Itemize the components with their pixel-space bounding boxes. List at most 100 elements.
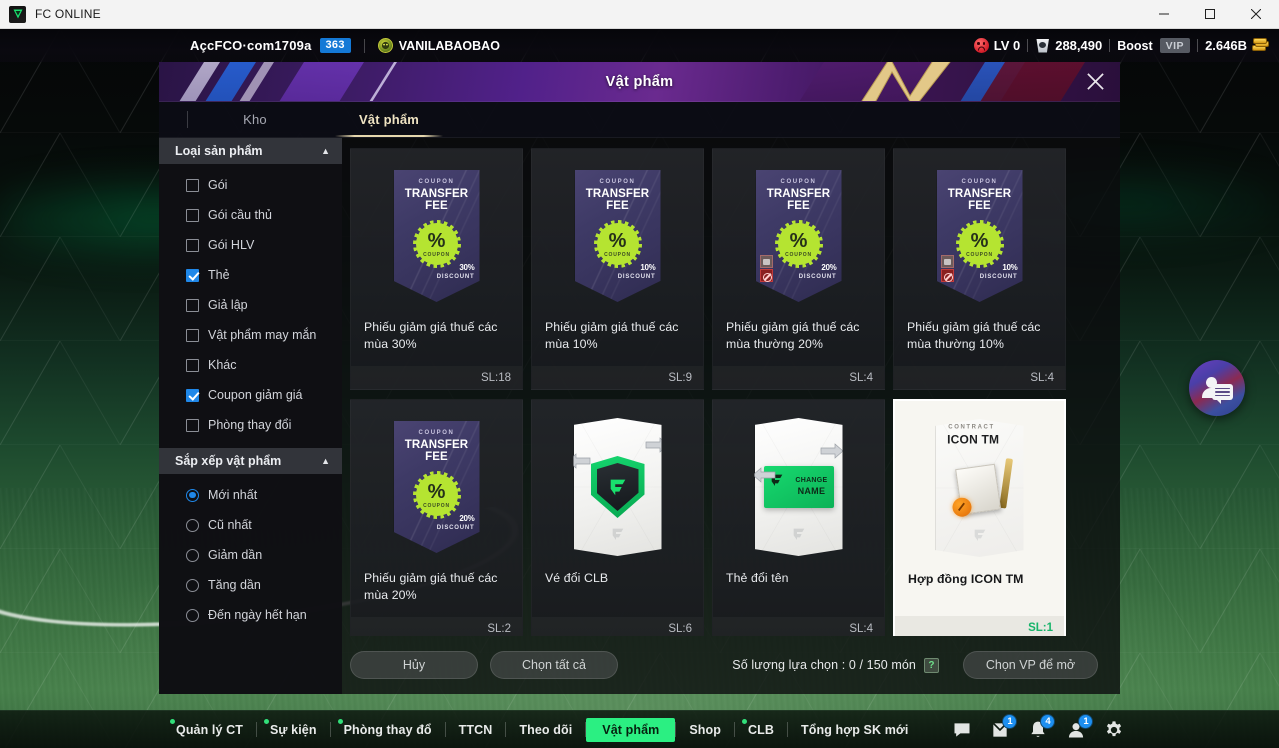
filter-item-goi-cau-thu[interactable]: Gói cầu thủ bbox=[159, 200, 342, 230]
radio-icon[interactable] bbox=[186, 608, 199, 622]
sort-item-cu-nhat[interactable]: Cũ nhất bbox=[159, 510, 342, 540]
help-icon[interactable]: ? bbox=[924, 657, 939, 673]
nav-vat-pham[interactable]: Vật phẩm bbox=[586, 717, 676, 742]
coin-icon bbox=[1252, 37, 1269, 53]
minimize-button[interactable] bbox=[1141, 0, 1187, 29]
nav-clb[interactable]: CLB bbox=[735, 718, 787, 742]
friends-icon[interactable]: 1 bbox=[1065, 713, 1094, 741]
section-title: Loại sản phẩm bbox=[175, 144, 263, 158]
nav-label: Theo dõi bbox=[519, 722, 573, 737]
discount-value: 20% bbox=[437, 509, 475, 525]
item-artwork: CHANGE NAME bbox=[713, 400, 884, 570]
item-card[interactable]: Vé đổi CLB SL:6 bbox=[531, 399, 704, 636]
coupon-subtitle: COUPON bbox=[599, 179, 636, 185]
section-header-sort[interactable]: Sắp xếp vật phẩm ▲ bbox=[159, 448, 342, 474]
item-card-selected[interactable]: CONTRACT ICON TM Hợp đồng ICON TM SL:1 bbox=[893, 399, 1066, 636]
tab-vat-pham[interactable]: Vật phẩm bbox=[322, 102, 456, 137]
discount-unit: % bbox=[467, 514, 475, 523]
nav-phong-thay-do[interactable]: Phòng thay đổ bbox=[331, 718, 445, 742]
discount-unit: % bbox=[829, 263, 837, 272]
checkbox-icon[interactable] bbox=[186, 238, 199, 252]
hud-left-group: AçcFCO·com1709a 363 VANILABAOBAO bbox=[190, 38, 500, 53]
item-card[interactable]: COUPON TRANSFER FEE % COUPON 20% DISCOUN… bbox=[350, 399, 523, 636]
nav-shop[interactable]: Shop bbox=[676, 718, 734, 742]
action-bar: Hủy Chọn tất cả Số lượng lựa chọn : 0 / … bbox=[342, 636, 1120, 694]
coupon-pack-icon: COUPON TRANSFER FEE % COUPON 20% DISCOUN… bbox=[393, 421, 480, 553]
section-header-product-type[interactable]: Loại sản phẩm ▲ bbox=[159, 138, 342, 164]
hud-username: AçcFCO·com1709a bbox=[190, 38, 312, 53]
sort-item-giam-dan[interactable]: Giảm dần bbox=[159, 540, 342, 570]
radio-icon[interactable] bbox=[186, 488, 199, 502]
filter-label: Phòng thay đổi bbox=[208, 418, 292, 432]
tab-kho[interactable]: Kho bbox=[188, 102, 322, 137]
bell-badge: 4 bbox=[1040, 713, 1056, 729]
item-grid-scroll[interactable]: COUPON TRANSFER FEE % COUPON 30% DISCOUN… bbox=[342, 138, 1120, 636]
mail-icon[interactable]: 1 bbox=[989, 713, 1018, 741]
seal-label: COUPON bbox=[423, 502, 450, 509]
item-card[interactable]: COUPON TRANSFER FEE % COUPON 30% DISCOUN… bbox=[350, 148, 523, 390]
filter-label: Gói HLV bbox=[208, 238, 255, 252]
bell-icon[interactable]: 4 bbox=[1027, 713, 1056, 741]
hud-boost-label[interactable]: Boost bbox=[1117, 39, 1152, 53]
radio-icon[interactable] bbox=[186, 548, 199, 562]
item-card[interactable]: CHANGE NAME Thẻ đổi tên SL:4 bbox=[712, 399, 885, 636]
checkbox-icon[interactable] bbox=[186, 178, 199, 192]
item-name: Phiếu giảm giá thuế các mùa 30% bbox=[364, 320, 498, 351]
filter-label: Khác bbox=[208, 358, 237, 372]
filter-item-coupon-giam-gia[interactable]: Coupon giảm giá bbox=[159, 380, 342, 410]
sort-item-moi-nhat[interactable]: Mới nhất bbox=[159, 480, 342, 510]
seal-percent: % bbox=[608, 229, 627, 252]
nav-ttcn[interactable]: TTCN bbox=[446, 718, 506, 742]
coupon-pack-icon: COUPON TRANSFER FEE % COUPON 10% DISCOUN… bbox=[574, 170, 661, 302]
item-card[interactable]: COUPON TRANSFER FEE % COUPON 10% DISCOUN… bbox=[531, 148, 704, 390]
checkbox-icon[interactable] bbox=[186, 418, 199, 432]
friend-chat-button[interactable] bbox=[1189, 360, 1245, 416]
settings-icon[interactable] bbox=[1103, 719, 1125, 741]
hud-energy-chip[interactable]: 288,490 bbox=[1035, 38, 1102, 53]
radio-icon[interactable] bbox=[186, 518, 199, 532]
coupon-subtitle: COUPON bbox=[418, 430, 455, 436]
filter-item-khac[interactable]: Khác bbox=[159, 350, 342, 380]
item-card[interactable]: COUPON TRANSFER FEE % COUPON bbox=[893, 148, 1066, 390]
sort-item-tang-dan[interactable]: Tăng dần bbox=[159, 570, 342, 600]
checkbox-icon[interactable] bbox=[186, 328, 199, 342]
close-icon[interactable] bbox=[1082, 69, 1108, 95]
filter-item-phong-thay-do[interactable]: Phòng thay đổi bbox=[159, 410, 342, 440]
item-grid: COUPON TRANSFER FEE % COUPON 30% DISCOUN… bbox=[349, 148, 1098, 636]
maximize-button[interactable] bbox=[1187, 0, 1233, 29]
filter-item-gia-lap[interactable]: Giả lập bbox=[159, 290, 342, 320]
filter-item-the[interactable]: Thẻ bbox=[159, 260, 342, 290]
item-quantity: SL:2 bbox=[351, 617, 522, 636]
checkbox-icon[interactable] bbox=[186, 298, 199, 312]
namecard-line2: NAME bbox=[797, 485, 826, 496]
nav-quan-ly-ct[interactable]: Quản lý CT bbox=[163, 718, 256, 742]
section-title: Sắp xếp vật phẩm bbox=[175, 454, 282, 468]
hud-currency-chip[interactable]: 2.646B bbox=[1205, 37, 1269, 53]
select-all-button[interactable]: Chọn tất cả bbox=[490, 651, 618, 679]
sort-item-den-ngay-het-han[interactable]: Đến ngày hết hạn bbox=[159, 600, 342, 630]
swap-arrow-left-icon bbox=[573, 453, 590, 469]
checkbox-icon[interactable] bbox=[186, 268, 199, 282]
filter-item-goi-hlv[interactable]: Gói HLV bbox=[159, 230, 342, 260]
chevron-up-icon: ▲ bbox=[321, 146, 330, 156]
chat-icon[interactable] bbox=[951, 719, 973, 741]
nav-theo-doi[interactable]: Theo dõi bbox=[506, 718, 585, 742]
open-items-button[interactable]: Chọn VP để mở bbox=[963, 651, 1098, 679]
vip-badge[interactable]: VIP bbox=[1159, 38, 1191, 53]
checkbox-icon[interactable] bbox=[186, 388, 199, 402]
discount-label: DISCOUNT bbox=[798, 274, 837, 280]
nav-tong-hop-sk-moi[interactable]: Tổng hợp SK mới bbox=[788, 718, 921, 742]
filter-item-goi[interactable]: Gói bbox=[159, 170, 342, 200]
radio-icon[interactable] bbox=[186, 578, 199, 592]
close-button[interactable] bbox=[1233, 0, 1279, 29]
sort-label: Giảm dần bbox=[208, 548, 263, 562]
checkbox-icon[interactable] bbox=[186, 358, 199, 372]
checkbox-icon[interactable] bbox=[186, 208, 199, 222]
hud-guild[interactable]: VANILABAOBAO bbox=[377, 38, 500, 53]
item-card[interactable]: COUPON TRANSFER FEE % COUPON bbox=[712, 148, 885, 390]
filter-item-vat-pham-may-man[interactable]: Vật phẩm may mắn bbox=[159, 320, 342, 350]
cancel-button[interactable]: Hủy bbox=[350, 651, 478, 679]
discount-value: 20% bbox=[799, 258, 837, 274]
new-dot-icon bbox=[742, 718, 748, 724]
nav-su-kien[interactable]: Sự kiện bbox=[257, 718, 330, 742]
